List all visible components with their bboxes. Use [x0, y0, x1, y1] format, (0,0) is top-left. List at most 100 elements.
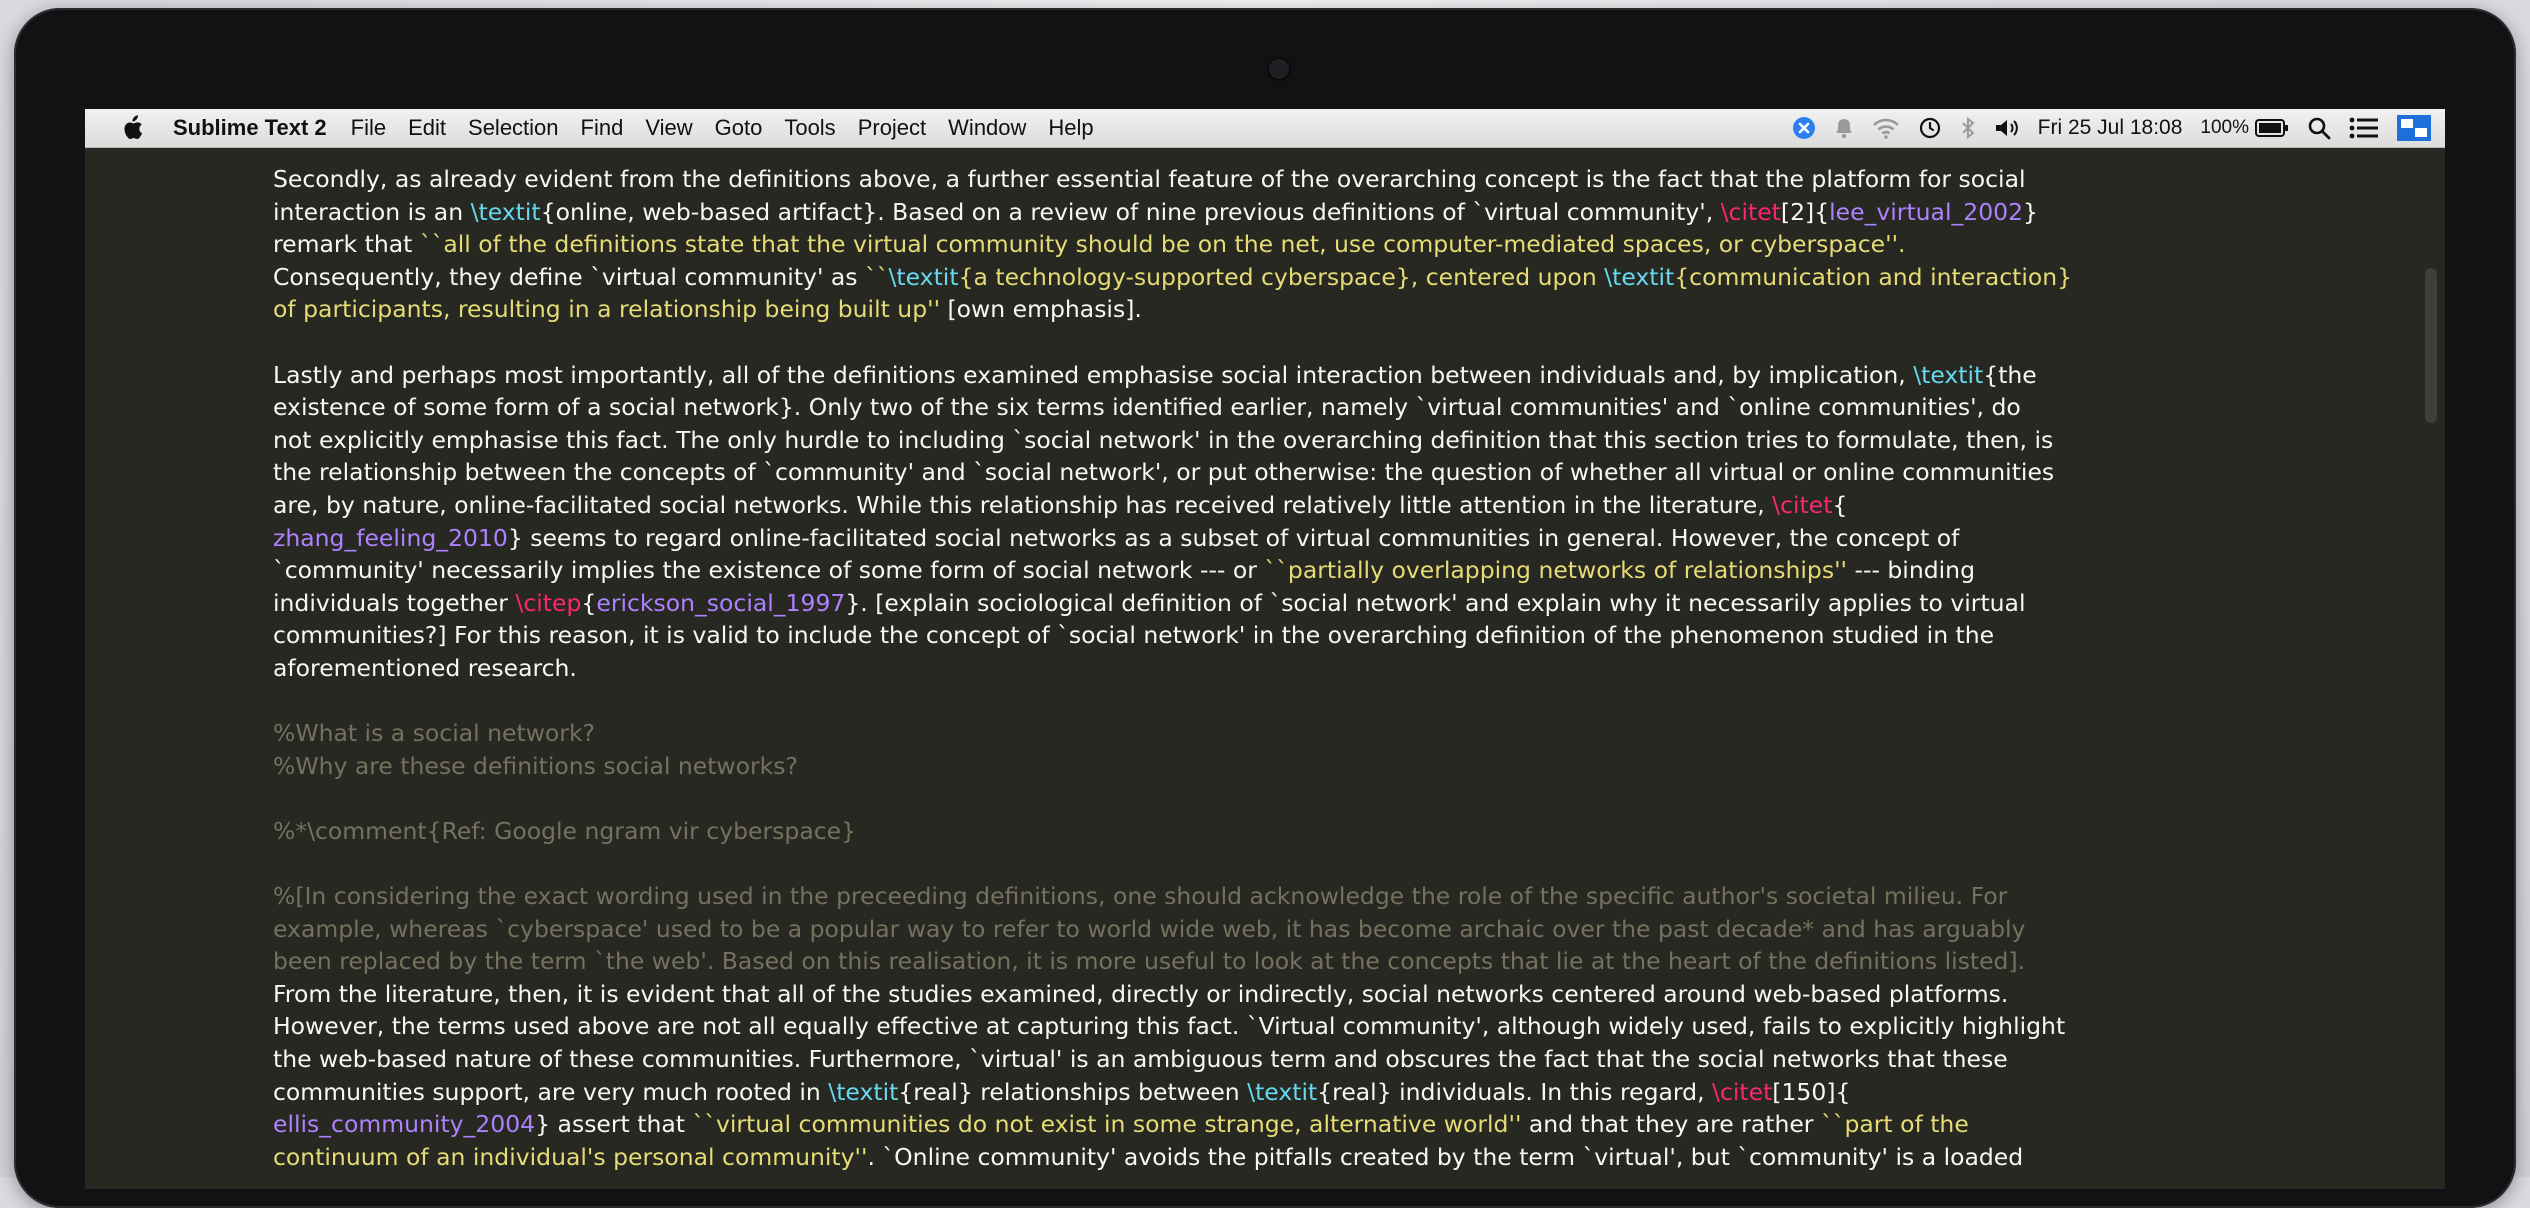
notification-bell-icon[interactable] — [1834, 117, 1854, 139]
menu-window[interactable]: Window — [948, 115, 1026, 141]
plain-text: Lastly and perhaps most importantly, all… — [273, 360, 1914, 389]
text-line[interactable]: Lastly and perhaps most importantly, all… — [273, 359, 2333, 392]
citation-key: zhang_feeling_2010 — [273, 523, 508, 552]
apple-menu-icon[interactable] — [119, 115, 145, 141]
menu-app-name[interactable]: Sublime Text 2 — [173, 115, 327, 141]
menu-file[interactable]: File — [351, 115, 386, 141]
text-paragraph[interactable]: %[In considering the exact wording used … — [273, 880, 2333, 1173]
plain-text: [150]{ — [1772, 1077, 1851, 1106]
text-line[interactable]: been replaced by the term `the web'. Bas… — [273, 945, 2333, 978]
plain-text: existence of some form of a social netwo… — [273, 393, 2021, 422]
latex-comment: %*\comment{Ref: Google ngram vir cybersp… — [273, 816, 857, 845]
time-machine-icon[interactable] — [1918, 116, 1942, 140]
plain-text: communities support, are very much roote… — [273, 1077, 829, 1106]
plain-text: aforementioned research. — [273, 653, 577, 682]
menu-edit[interactable]: Edit — [408, 115, 446, 141]
text-line[interactable]: interaction is an \textit{online, web-ba… — [273, 196, 2333, 229]
plain-text: {online, web-based artifact}. Based on a… — [540, 197, 1721, 226]
plain-text: However, the terms used above are not al… — [273, 1012, 2066, 1041]
plain-text: individuals together — [273, 588, 516, 617]
blue-square-app-icon[interactable] — [2397, 115, 2431, 141]
latex-command: \textit — [1913, 360, 1984, 389]
battery-icon[interactable] — [2255, 118, 2289, 138]
text-line[interactable]: are, by nature, online-facilitated socia… — [273, 489, 2333, 522]
notification-center-list-icon[interactable] — [2349, 117, 2379, 139]
text-line[interactable]: Secondly, as already evident from the de… — [273, 163, 2333, 196]
text-line[interactable]: communities?] For this reason, it is val… — [273, 619, 2333, 652]
plain-text: Consequently, they define `virtual commu… — [273, 262, 865, 291]
text-line[interactable]: From the literature, then, it is evident… — [273, 978, 2333, 1011]
text-line[interactable]: aforementioned research. — [273, 652, 2333, 685]
citation-key: lee_virtual_2002 — [1829, 197, 2024, 226]
menu-goto[interactable]: Goto — [715, 115, 763, 141]
text-line[interactable]: the web-based nature of these communitie… — [273, 1043, 2333, 1076]
plain-text: }. [explain sociological definition of `… — [845, 588, 2026, 617]
clock-text[interactable]: Fri 25 Jul 18:08 — [2038, 116, 2183, 140]
menu-selection[interactable]: Selection — [468, 115, 559, 141]
plain-text: the web-based nature of these communitie… — [273, 1045, 2008, 1074]
text-line[interactable]: not explicitly emphasise this fact. The … — [273, 424, 2333, 457]
citation-command: \citep — [515, 588, 582, 617]
text-line[interactable]: communities support, are very much roote… — [273, 1076, 2333, 1109]
citation-command: \citet — [1720, 197, 1781, 226]
plain-text: the relationship between the concepts of… — [273, 458, 2055, 487]
text-line[interactable]: %[In considering the exact wording used … — [273, 880, 2333, 913]
plain-text: `community' necessarily implies the exis… — [273, 556, 1265, 585]
volume-icon[interactable] — [1994, 117, 2020, 139]
text-line[interactable]: existence of some form of a social netwo… — [273, 391, 2333, 424]
plain-text: {real} relationships between — [898, 1077, 1248, 1106]
text-line[interactable]: individuals together \citep{erickson_soc… — [273, 587, 2333, 620]
quoted-string: ``partially overlapping networks of rela… — [1264, 556, 1848, 585]
citation-command: \citet — [1772, 490, 1833, 519]
text-line[interactable]: zhang_feeling_2010} seems to regard onli… — [273, 522, 2333, 555]
spotlight-search-icon[interactable] — [2307, 116, 2331, 140]
text-line[interactable]: remark that ``all of the definitions sta… — [273, 228, 2333, 261]
text-paragraph[interactable]: %What is a social network? %Why are these… — [273, 717, 2333, 782]
latex-command: \textit — [888, 262, 959, 291]
plain-text: and that they are rather — [1521, 1110, 1821, 1139]
text-line[interactable]: %What is a social network? — [273, 717, 2333, 750]
quoted-string: {communication and interaction} — [1674, 262, 2073, 291]
quoted-string: ``all of the definitions state that the … — [419, 230, 1906, 259]
text-line[interactable]: ellis_community_2004} assert that ``virt… — [273, 1108, 2333, 1141]
menu-help[interactable]: Help — [1048, 115, 1093, 141]
plain-text: [own emphasis]. — [940, 295, 1142, 324]
vertical-scrollbar-thumb[interactable] — [2425, 268, 2437, 423]
text-line[interactable]: `community' necessarily implies the exis… — [273, 554, 2333, 587]
text-line[interactable]: Consequently, they define `virtual commu… — [273, 261, 2333, 294]
menu-project[interactable]: Project — [858, 115, 926, 141]
document-text[interactable]: Secondly, as already evident from the de… — [273, 163, 2333, 1189]
camera-dot — [1269, 59, 1289, 79]
text-line[interactable]: However, the terms used above are not al… — [273, 1010, 2333, 1043]
wifi-icon[interactable] — [1872, 117, 1900, 139]
menu-find[interactable]: Find — [581, 115, 624, 141]
text-paragraph[interactable]: %*\comment{Ref: Google ngram vir cybersp… — [273, 815, 2333, 848]
latex-command: \textit — [470, 197, 541, 226]
plain-text: } — [2023, 197, 2038, 226]
plain-text: } seems to regard online-facilitated soc… — [507, 523, 1960, 552]
battery-percent[interactable]: 100% — [2200, 117, 2249, 139]
text-paragraph[interactable]: Secondly, as already evident from the de… — [273, 163, 2333, 326]
bluetooth-icon[interactable] — [1960, 116, 1976, 140]
sublime-editor[interactable]: Secondly, as already evident from the de… — [85, 148, 2445, 1189]
text-line[interactable]: %*\comment{Ref: Google ngram vir cybersp… — [273, 815, 2333, 848]
text-paragraph[interactable]: Lastly and perhaps most importantly, all… — [273, 359, 2333, 685]
plain-text: remark that — [273, 230, 420, 259]
latex-comment: %Why are these definitions social networ… — [273, 751, 798, 780]
quoted-string: `` — [865, 262, 889, 291]
quoted-string: {a technology-supported cyberspace}, cen… — [958, 262, 1605, 291]
text-line[interactable]: continuum of an individual's personal co… — [273, 1141, 2333, 1174]
plain-text: [2]{ — [1780, 197, 1830, 226]
quoted-string: of participants, resulting in a relation… — [273, 295, 941, 324]
text-line[interactable]: of participants, resulting in a relation… — [273, 293, 2333, 326]
text-line[interactable]: the relationship between the concepts of… — [273, 456, 2333, 489]
citation-command: \citet — [1712, 1077, 1773, 1106]
blue-x-icon[interactable] — [1792, 116, 1816, 140]
text-line[interactable]: example, whereas `cyberspace' used to be… — [273, 913, 2333, 946]
macos-menu-bar: Sublime Text 2 File Edit Selection Find … — [85, 109, 2445, 148]
plain-text: } assert that — [535, 1110, 693, 1139]
menu-tools[interactable]: Tools — [784, 115, 835, 141]
menu-view[interactable]: View — [645, 115, 692, 141]
text-line[interactable]: %Why are these definitions social networ… — [273, 750, 2333, 783]
plain-text: . `Online community' avoids the pitfalls… — [867, 1142, 2024, 1171]
